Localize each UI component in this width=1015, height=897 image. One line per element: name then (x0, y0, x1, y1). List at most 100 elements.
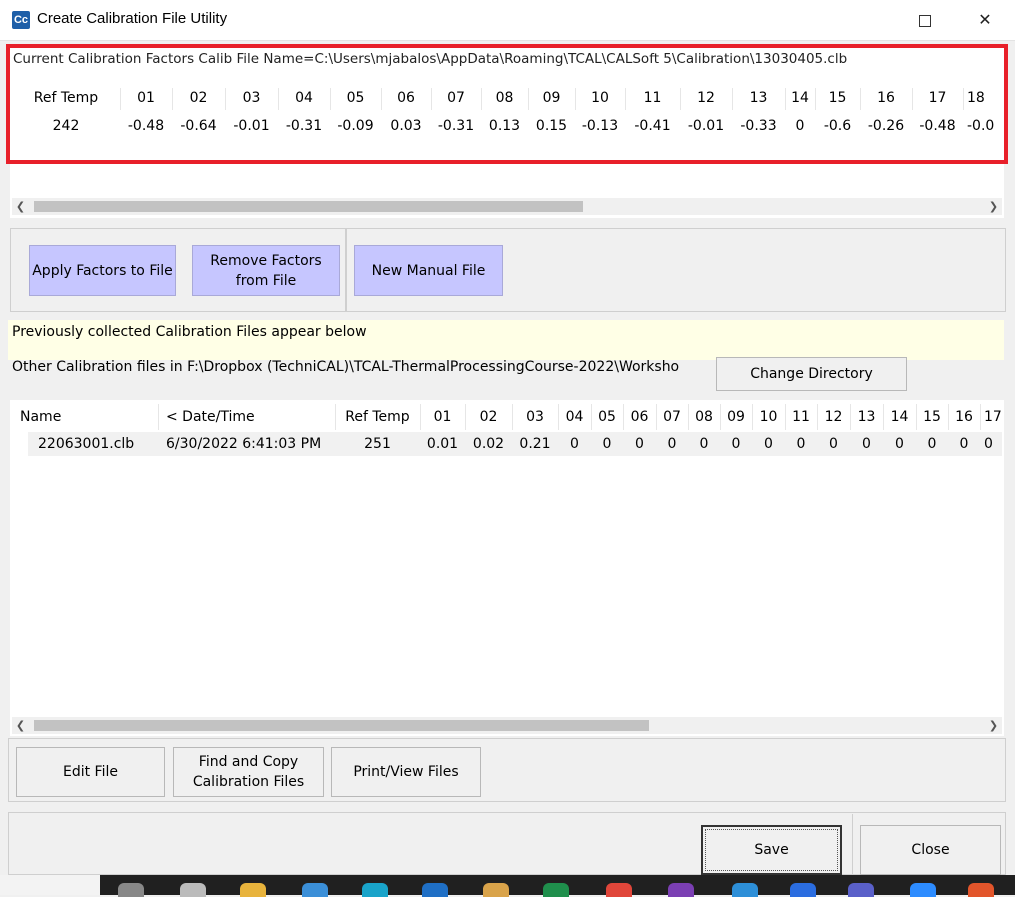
current-col-header-12[interactable]: 12 (680, 90, 732, 106)
close-window-button[interactable]: ✕ (962, 0, 1008, 40)
files-col-header-17[interactable]: 17 (980, 409, 1003, 425)
current-factor-value: -0.33 (740, 118, 777, 134)
files-col-header-14[interactable]: 14 (883, 409, 916, 425)
current-col-header-14[interactable]: 14 (785, 90, 815, 106)
files-col-header-13[interactable]: 13 (850, 409, 883, 425)
column-divider[interactable] (381, 88, 382, 110)
column-divider[interactable] (980, 404, 981, 430)
files-col-header-11[interactable]: 11 (785, 409, 817, 425)
files-scrollbar[interactable]: ❮ ❯ (12, 717, 1002, 734)
current-col-header-10[interactable]: 10 (575, 90, 625, 106)
files-col-header-06[interactable]: 06 (623, 409, 656, 425)
current-factors-scrollbar[interactable]: ❮ ❯ (12, 198, 1002, 215)
files-col-header-12[interactable]: 12 (817, 409, 850, 425)
scroll-thumb[interactable] (34, 720, 649, 731)
column-divider[interactable] (732, 88, 733, 110)
column-divider[interactable] (120, 88, 121, 110)
save-button[interactable]: Save (701, 825, 842, 875)
column-divider[interactable] (465, 404, 466, 430)
current-col-header-16[interactable]: 16 (860, 90, 912, 106)
column-divider[interactable] (785, 404, 786, 430)
column-divider[interactable] (172, 88, 173, 110)
current-col-header-07[interactable]: 07 (431, 90, 481, 106)
current-file-label: Current Calibration Factors Calib File N… (13, 51, 848, 67)
scroll-right-icon[interactable]: ❯ (985, 198, 1002, 215)
scroll-thumb[interactable] (34, 201, 583, 212)
column-divider[interactable] (912, 88, 913, 110)
current-col-header-03[interactable]: 03 (225, 90, 278, 106)
column-divider[interactable] (817, 404, 818, 430)
column-divider[interactable] (688, 404, 689, 430)
column-divider[interactable] (850, 404, 851, 430)
files-col-header-date-time[interactable]: < Date/Time (158, 409, 335, 425)
column-divider[interactable] (752, 404, 753, 430)
current-col-header-09[interactable]: 09 (528, 90, 575, 106)
current-col-header-08[interactable]: 08 (481, 90, 528, 106)
current-col-header-02[interactable]: 02 (172, 90, 225, 106)
column-divider[interactable] (883, 404, 884, 430)
files-col-header-15[interactable]: 15 (916, 409, 948, 425)
current-col-header-01[interactable]: 01 (120, 90, 172, 106)
current-col-header-05[interactable]: 05 (330, 90, 381, 106)
current-col-header-18[interactable]: 18 (963, 90, 1003, 106)
files-col-header-05[interactable]: 05 (591, 409, 623, 425)
scroll-right-icon[interactable]: ❯ (985, 717, 1002, 734)
column-divider[interactable] (335, 404, 336, 430)
column-divider[interactable] (330, 88, 331, 110)
files-col-header-name[interactable]: Name (12, 409, 158, 425)
column-divider[interactable] (431, 88, 432, 110)
files-col-header-09[interactable]: 09 (720, 409, 752, 425)
print-view-files-button[interactable]: Print/View Files (331, 747, 481, 797)
column-divider[interactable] (860, 88, 861, 110)
find-copy-files-button[interactable]: Find and Copy Calibration Files (173, 747, 324, 797)
current-col-header-04[interactable]: 04 (278, 90, 330, 106)
current-col-header-17[interactable]: 17 (912, 90, 963, 106)
column-divider[interactable] (512, 404, 513, 430)
current-factor-value: 0 (795, 118, 805, 134)
maximize-button[interactable] (902, 0, 948, 40)
new-manual-file-button[interactable]: New Manual File (354, 245, 503, 296)
remove-factors-button[interactable]: Remove Factors from File (192, 245, 340, 296)
files-col-header-02[interactable]: 02 (465, 409, 512, 425)
column-divider[interactable] (558, 404, 559, 430)
column-divider[interactable] (656, 404, 657, 430)
current-col-header-15[interactable]: 15 (815, 90, 860, 106)
column-divider[interactable] (625, 88, 626, 110)
column-divider[interactable] (591, 404, 592, 430)
column-divider[interactable] (481, 88, 482, 110)
column-divider[interactable] (785, 88, 786, 110)
column-divider[interactable] (420, 404, 421, 430)
current-col-header-13[interactable]: 13 (732, 90, 785, 106)
column-divider[interactable] (963, 88, 964, 110)
files-col-header-03[interactable]: 03 (512, 409, 558, 425)
scroll-left-icon[interactable]: ❮ (12, 717, 29, 734)
edit-file-button[interactable]: Edit File (16, 747, 165, 797)
close-button[interactable]: Close (860, 825, 1001, 875)
column-divider[interactable] (916, 404, 917, 430)
column-divider[interactable] (278, 88, 279, 110)
taskbar-search-area[interactable] (0, 875, 100, 895)
files-col-header-10[interactable]: 10 (752, 409, 785, 425)
column-divider[interactable] (623, 404, 624, 430)
files-col-header-08[interactable]: 08 (688, 409, 720, 425)
column-divider[interactable] (225, 88, 226, 110)
scroll-left-icon[interactable]: ❮ (12, 198, 29, 215)
column-divider[interactable] (575, 88, 576, 110)
files-col-header-16[interactable]: 16 (948, 409, 980, 425)
column-divider[interactable] (948, 404, 949, 430)
change-directory-button[interactable]: Change Directory (716, 357, 907, 391)
files-col-header-04[interactable]: 04 (558, 409, 591, 425)
current-col-header-ref-temp[interactable]: Ref Temp (12, 90, 120, 106)
file-name-cell[interactable]: 22063001.clb (12, 436, 158, 452)
column-divider[interactable] (720, 404, 721, 430)
apply-factors-button[interactable]: Apply Factors to File (29, 245, 176, 296)
column-divider[interactable] (815, 88, 816, 110)
files-col-header-07[interactable]: 07 (656, 409, 688, 425)
column-divider[interactable] (158, 404, 159, 430)
column-divider[interactable] (528, 88, 529, 110)
column-divider[interactable] (680, 88, 681, 110)
current-col-header-06[interactable]: 06 (381, 90, 431, 106)
current-col-header-11[interactable]: 11 (625, 90, 680, 106)
files-col-header-ref-temp[interactable]: Ref Temp (335, 409, 420, 425)
files-col-header-01[interactable]: 01 (420, 409, 465, 425)
